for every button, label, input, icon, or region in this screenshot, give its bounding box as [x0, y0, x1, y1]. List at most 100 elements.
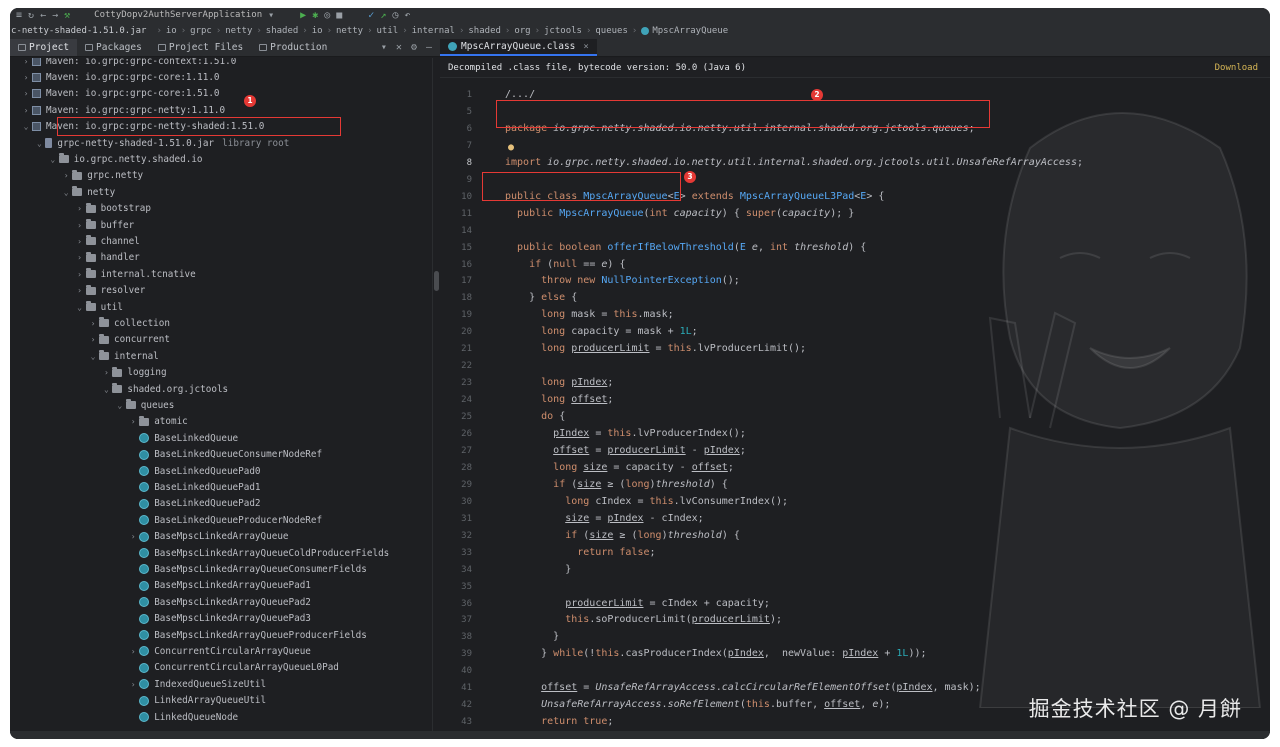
push-icon[interactable]: ↗	[380, 10, 386, 21]
chevron-down-icon[interactable]: ⌄	[74, 303, 86, 312]
code-line[interactable]: UnsafeRefArrayAccess.soRefElement(this.b…	[505, 699, 890, 710]
chevron-right-icon[interactable]: ›	[127, 532, 139, 541]
code-line[interactable]: if (null == e) {	[505, 259, 625, 270]
chevron-right-icon[interactable]: ›	[74, 270, 86, 279]
scroll-thumb[interactable]	[434, 271, 439, 291]
chevron-right-icon[interactable]: ›	[20, 106, 32, 115]
debug-icon[interactable]: ✱	[312, 10, 318, 21]
tree-item[interactable]: › grpc.netty	[60, 168, 143, 184]
tree-item[interactable]: BaseMpscLinkedArrayQueuePad3	[127, 611, 311, 627]
breadcrumb-item[interactable]: shaded	[468, 26, 501, 36]
git-icon[interactable]: ✓	[368, 10, 374, 21]
chevron-right-icon[interactable]: ›	[74, 253, 86, 262]
tree-item[interactable]: ⌄ shaded.org.jctools	[100, 381, 228, 397]
tree-item[interactable]: › bootstrap	[74, 201, 151, 217]
chevron-down-icon[interactable]: ⌄	[33, 139, 45, 148]
code-line[interactable]: import io.grpc.netty.shaded.io.netty.uti…	[505, 157, 1083, 168]
code-line[interactable]: } else {	[505, 292, 577, 303]
tree-item[interactable]: › Maven: io.grpc:grpc-core:1.51.0	[20, 86, 220, 102]
chevron-right-icon[interactable]: ›	[74, 237, 86, 246]
expand-all-icon[interactable]: ✕	[396, 42, 402, 53]
tree-item[interactable]: › resolver	[74, 283, 145, 299]
tree-item[interactable]: › Maven: io.grpc:grpc-netty:1.11.0	[20, 102, 226, 118]
tree-item[interactable]: BaseLinkedQueuePad1	[127, 479, 261, 495]
tree-item[interactable]: › handler	[74, 250, 140, 266]
chevron-right-icon[interactable]: ›	[20, 58, 32, 66]
tree-item[interactable]: › internal.tcnative	[74, 266, 196, 282]
chevron-right-icon[interactable]: ›	[20, 89, 32, 98]
tree-item[interactable]: › collection	[87, 315, 170, 331]
code-line[interactable]: } while(!this.casProducerIndex(pIndex, n…	[505, 648, 926, 659]
tree-item[interactable]: › BaseMpscLinkedArrayQueue	[127, 529, 289, 545]
tree-item[interactable]: ⌄ internal	[87, 348, 159, 364]
code-line[interactable]: return true;	[505, 716, 613, 727]
chevron-down-icon[interactable]: ⌄	[100, 385, 112, 394]
code-line[interactable]: throw new NullPointerException();	[505, 275, 740, 286]
chevron-down-icon[interactable]: ▾	[268, 10, 274, 21]
code-line[interactable]: /.../	[505, 89, 535, 100]
code-line[interactable]: do {	[505, 411, 565, 422]
refresh-icon[interactable]: ↻	[28, 10, 34, 21]
chevron-down-icon[interactable]: ⌄	[47, 155, 59, 164]
tree-item[interactable]: BaseMpscLinkedArrayQueueProducerFields	[127, 627, 367, 643]
breadcrumb-item[interactable]: org	[514, 26, 530, 36]
breadcrumb-item[interactable]: jctools	[544, 26, 582, 36]
chevron-right-icon[interactable]: ›	[74, 221, 86, 230]
chevron-down-icon[interactable]: ▾	[381, 42, 387, 53]
tree-item[interactable]: BaseLinkedQueueProducerNodeRef	[127, 512, 322, 528]
history-icon[interactable]: ◷	[392, 10, 398, 21]
chevron-right-icon[interactable]: ›	[74, 286, 86, 295]
tree-item[interactable]: › concurrent	[87, 332, 170, 348]
tree-item[interactable]: BaseMpscLinkedArrayQueueConsumerFields	[127, 561, 367, 577]
project-tree[interactable]: › Maven: io.grpc:grpc-context:1.51.0 › Mave…	[10, 58, 432, 739]
tree-scrollbar[interactable]	[432, 58, 440, 739]
breadcrumb-item[interactable]: io	[312, 26, 323, 36]
chevron-right-icon[interactable]: ›	[100, 368, 112, 377]
tree-item[interactable]: BaseLinkedQueuePad2	[127, 496, 261, 512]
chevron-right-icon[interactable]: ›	[74, 204, 86, 213]
breadcrumb-item[interactable]: io	[166, 26, 177, 36]
lightbulb-icon[interactable]: ●	[508, 142, 514, 153]
code-line[interactable]: long size = capacity - offset;	[505, 462, 734, 473]
gear-icon[interactable]: ⚙	[411, 42, 417, 53]
tree-item[interactable]: BaseLinkedQueueConsumerNodeRef	[127, 447, 322, 463]
tree-item[interactable]: BaseMpscLinkedArrayQueuePad1	[127, 578, 311, 594]
stop-icon[interactable]: ■	[336, 10, 342, 21]
tree-item[interactable]: › IndexedQueueSizeUtil	[127, 676, 266, 692]
tab-project-files[interactable]: Project Files	[150, 39, 251, 56]
code-line[interactable]: return false;	[505, 547, 655, 558]
tree-item[interactable]: › logging	[100, 365, 167, 381]
breadcrumb-item[interactable]: netty	[336, 26, 363, 36]
code-line[interactable]: public MpscArrayQueue(int capacity) { su…	[505, 208, 854, 219]
code-line[interactable]: long offset;	[505, 394, 613, 405]
forward-icon[interactable]: →	[52, 10, 58, 21]
tree-item[interactable]: ⌄ io.grpc.netty.shaded.io	[47, 151, 203, 167]
close-icon[interactable]: ×	[583, 42, 588, 52]
back-icon[interactable]: ←	[40, 10, 46, 21]
chevron-down-icon[interactable]: ⌄	[60, 188, 72, 197]
chevron-right-icon[interactable]: ›	[127, 680, 139, 689]
tree-item[interactable]: › ConcurrentCircularArrayQueue	[127, 643, 311, 659]
run-config-selector[interactable]: CottyDopv2AuthServerApplication	[94, 10, 262, 20]
tree-item[interactable]: ⌄ queues	[114, 397, 174, 413]
code-line[interactable]: if (size ≥ (long)threshold) {	[505, 479, 728, 490]
chevron-right-icon[interactable]: ›	[87, 319, 99, 328]
tree-item[interactable]: BaseMpscLinkedArrayQueuePad2	[127, 594, 311, 610]
tree-item[interactable]: › Maven: io.grpc:grpc-core:1.11.0	[20, 69, 220, 85]
chevron-right-icon[interactable]: ›	[60, 171, 72, 180]
breadcrumb-item[interactable]: shaded	[266, 26, 299, 36]
tree-item[interactable]: ConcurrentCircularArrayQueueL0Pad	[127, 660, 339, 676]
chevron-down-icon[interactable]: ⌄	[20, 122, 32, 131]
download-link[interactable]: Download	[1215, 63, 1270, 73]
code-line[interactable]: offset = UnsafeRefArrayAccess.calcCircul…	[505, 682, 981, 693]
tree-item[interactable]: › Maven: io.grpc:grpc-context:1.51.0	[20, 58, 236, 69]
tree-item[interactable]: LinkedArrayQueueUtil	[127, 693, 266, 709]
breadcrumb-jar[interactable]: c-netty-shaded-1.51.0.jar	[10, 26, 152, 36]
tree-item[interactable]: BaseLinkedQueuePad0	[127, 463, 261, 479]
code-line[interactable]: }	[505, 631, 559, 642]
run-icon[interactable]: ▶	[300, 10, 306, 21]
chevron-down-icon[interactable]: ⌄	[114, 401, 126, 410]
code-line[interactable]: long mask = this.mask;	[505, 309, 673, 320]
chevron-right-icon[interactable]: ›	[87, 335, 99, 344]
tree-item[interactable]: ⌄ grpc-netty-shaded-1.51.0.jar library roo…	[33, 135, 289, 151]
